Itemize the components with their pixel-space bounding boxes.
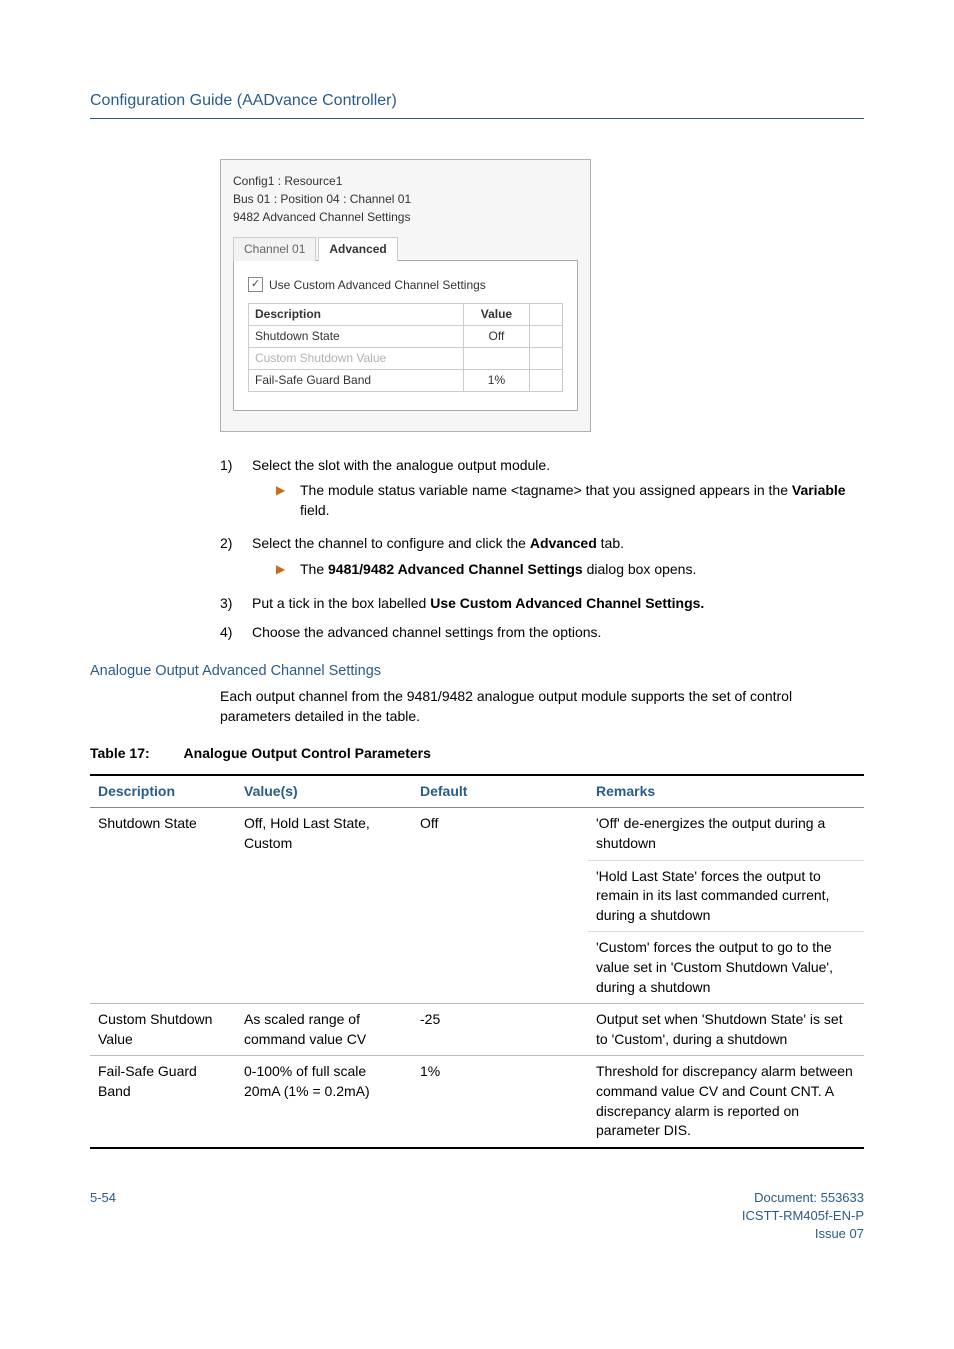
cell-desc: Fail-Safe Guard Band <box>90 1056 236 1148</box>
step-text: Select the slot with the analogue output… <box>252 457 550 473</box>
cell-desc: Custom Shutdown Value <box>249 347 464 369</box>
table-title: Analogue Output Control Parameters <box>184 745 431 761</box>
footer-document: Document: 553633 <box>742 1189 864 1207</box>
cell-value[interactable]: Off <box>463 326 529 348</box>
dialog-tabs: Channel 01 Advanced <box>233 236 578 261</box>
footer-page-number: 5-54 <box>90 1189 116 1244</box>
dialog-bus-path: Bus 01 : Position 04 : Channel 01 <box>233 191 578 208</box>
step-number: 1) <box>220 456 244 525</box>
use-custom-settings-label: Use Custom Advanced Channel Settings <box>269 277 486 294</box>
col-default: Default <box>412 775 588 808</box>
cell-default: -25 <box>412 1004 588 1056</box>
sub-text-post: dialog box opens. <box>583 561 697 577</box>
step-sub-bullet: ▶ The module status variable name <tagna… <box>276 481 864 520</box>
sub-text-bold: Variable <box>792 482 846 498</box>
step-text-bold: Advanced <box>530 535 597 551</box>
step-2: 2) Select the channel to configure and c… <box>220 534 864 583</box>
sub-text-pre: The <box>300 561 328 577</box>
cell-values: Off, Hold Last State, Custom <box>236 808 412 860</box>
step-text-bold: Use Custom Advanced Channel Settings. <box>430 595 704 611</box>
table-row[interactable]: Fail-Safe Guard Band 1% <box>249 369 563 391</box>
col-description: Description <box>249 304 464 326</box>
col-values: Value(s) <box>236 775 412 808</box>
step-text-pre: Select the channel to configure and clic… <box>252 535 530 551</box>
cell-value[interactable]: 1% <box>463 369 529 391</box>
cell-remarks: 'Off' de-energizes the output during a s… <box>588 808 864 860</box>
step-number: 2) <box>220 534 244 583</box>
table-row: 'Custom' forces the output to go to the … <box>90 932 864 1004</box>
arrow-icon: ▶ <box>276 560 292 580</box>
cell-desc: Shutdown State <box>90 808 236 860</box>
cell-remarks: Output set when 'Shutdown State' is set … <box>588 1004 864 1056</box>
col-value: Value <box>463 304 529 326</box>
cell-remarks: 'Hold Last State' forces the output to r… <box>588 860 864 932</box>
step-1: 1) Select the slot with the analogue out… <box>220 456 864 525</box>
col-remarks: Remarks <box>588 775 864 808</box>
step-number: 3) <box>220 594 244 614</box>
cell-values: 0-100% of full scale 20mA (1% = 0.2mA) <box>236 1056 412 1148</box>
step-3: 3) Put a tick in the box labelled Use Cu… <box>220 594 864 614</box>
cell-value <box>463 347 529 369</box>
step-text-pre: Put a tick in the box labelled <box>252 595 430 611</box>
table-row: 'Hold Last State' forces the output to r… <box>90 860 864 932</box>
procedure-steps: 1) Select the slot with the analogue out… <box>220 456 864 643</box>
cell-default: 1% <box>412 1056 588 1148</box>
page-footer: 5-54 Document: 553633 ICSTT-RM405f-EN-P … <box>90 1189 864 1244</box>
table-number: Table 17: <box>90 745 150 761</box>
table-caption: Table 17: Analogue Output Control Parame… <box>90 744 864 764</box>
dialog-title-line: 9482 Advanced Channel Settings <box>233 209 578 226</box>
col-description: Description <box>90 775 236 808</box>
sub-text-post: field. <box>300 502 330 518</box>
table-row: Shutdown State Off, Hold Last State, Cus… <box>90 808 864 860</box>
step-text: Choose the advanced channel settings fro… <box>252 624 601 640</box>
cell-values: As scaled range of command value CV <box>236 1004 412 1056</box>
cell-desc: Custom Shutdown Value <box>90 1004 236 1056</box>
sub-text-pre: The module status variable name <tagname… <box>300 482 792 498</box>
table-row: Fail-Safe Guard Band 0-100% of full scal… <box>90 1056 864 1148</box>
cell-default: Off <box>412 808 588 860</box>
tab-advanced-panel: ✓ Use Custom Advanced Channel Settings D… <box>233 261 578 411</box>
dialog-config-path: Config1 : Resource1 <box>233 173 578 190</box>
footer-doc-code: ICSTT-RM405f-EN-P <box>742 1207 864 1225</box>
col-spacer <box>530 304 563 326</box>
page-header-title: Configuration Guide (AADvance Controller… <box>90 90 864 112</box>
sub-text-bold: 9481/9482 Advanced Channel Settings <box>328 561 583 577</box>
advanced-settings-table: Description Value Shutdown State Off Cus <box>248 303 563 391</box>
cell-remarks: 'Custom' forces the output to go to the … <box>588 932 864 1004</box>
table-row: Custom Shutdown Value <box>249 347 563 369</box>
table-row[interactable]: Shutdown State Off <box>249 326 563 348</box>
arrow-icon: ▶ <box>276 481 292 520</box>
parameters-table: Description Value(s) Default Remarks Shu… <box>90 774 864 1149</box>
cell-desc: Fail-Safe Guard Band <box>249 369 464 391</box>
section-heading: Analogue Output Advanced Channel Setting… <box>90 661 864 681</box>
step-text-post: tab. <box>597 535 624 551</box>
header-divider <box>90 118 864 119</box>
step-number: 4) <box>220 623 244 643</box>
tab-channel[interactable]: Channel 01 <box>233 237 316 261</box>
cell-desc: Shutdown State <box>249 326 464 348</box>
advanced-channel-dialog: Config1 : Resource1 Bus 01 : Position 04… <box>220 159 591 431</box>
step-sub-bullet: ▶ The 9481/9482 Advanced Channel Setting… <box>276 560 864 580</box>
use-custom-settings-checkbox[interactable]: ✓ <box>248 277 263 292</box>
cell-remarks: Threshold for discrepancy alarm between … <box>588 1056 864 1148</box>
step-4: 4) Choose the advanced channel settings … <box>220 623 864 643</box>
section-body: Each output channel from the 9481/9482 a… <box>220 687 864 726</box>
tab-advanced[interactable]: Advanced <box>318 237 397 261</box>
table-row: Custom Shutdown Value As scaled range of… <box>90 1004 864 1056</box>
footer-issue: Issue 07 <box>742 1225 864 1243</box>
